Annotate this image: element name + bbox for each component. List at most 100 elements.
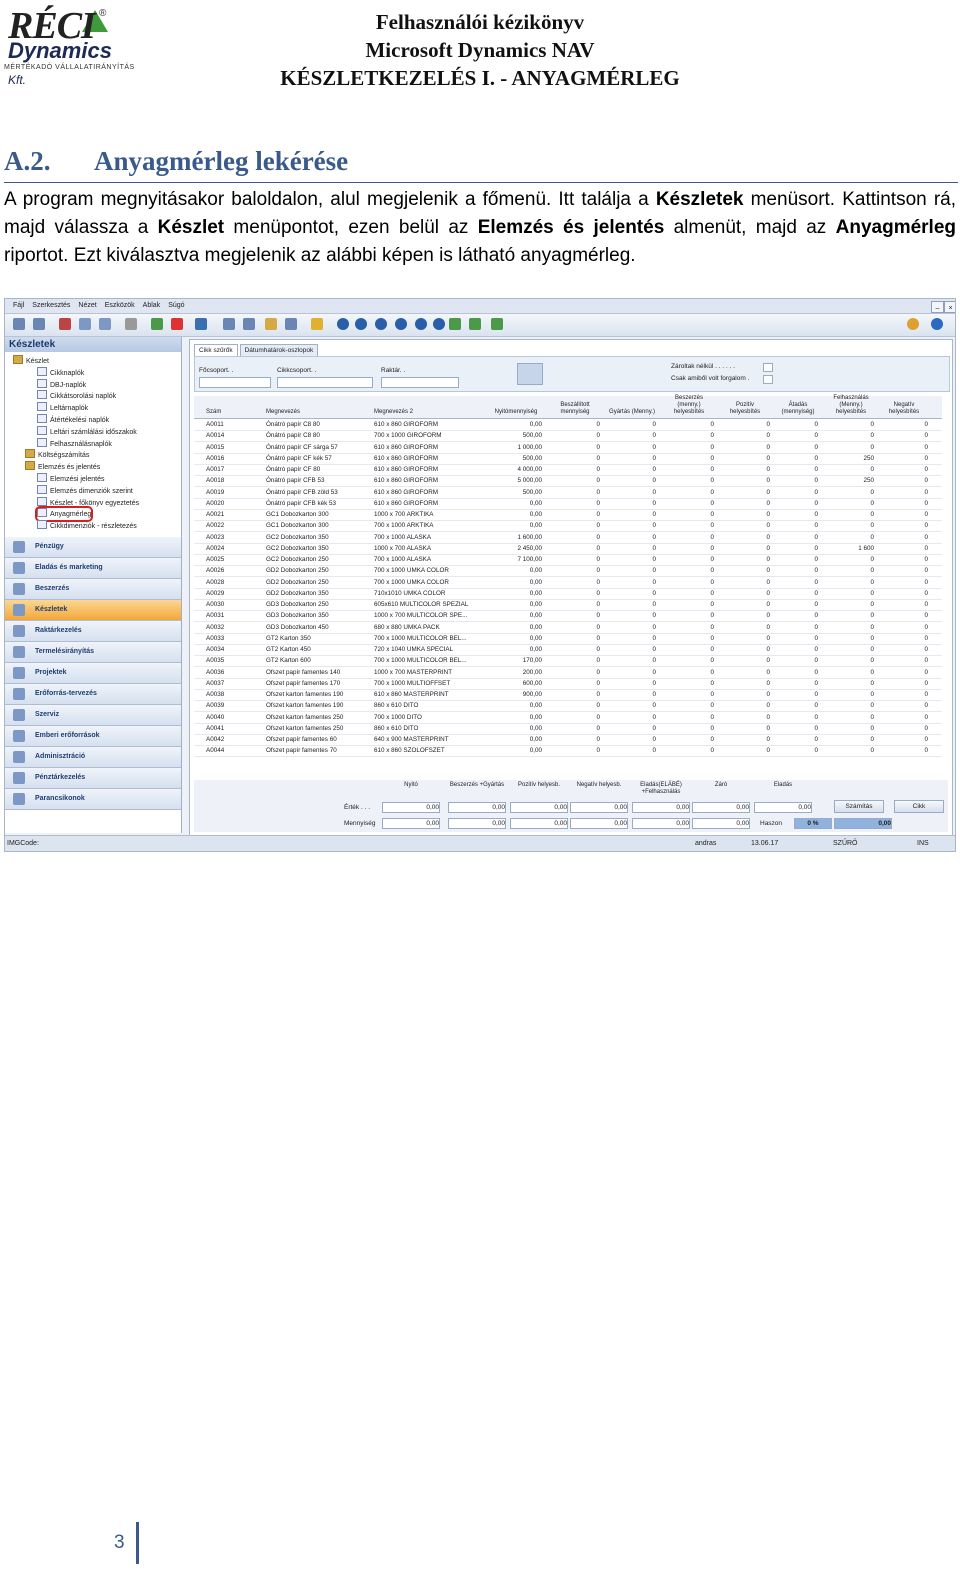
table-cell: 0	[814, 736, 818, 743]
column-header[interactable]: Beszerzés (menny.) helyesbítés	[664, 395, 714, 416]
szamitas-button[interactable]: Számítás	[834, 800, 884, 813]
cikk-button[interactable]: Cikk	[894, 800, 944, 813]
report-icon[interactable]	[517, 363, 543, 385]
toolbar-button-icon[interactable]	[469, 318, 481, 330]
toolbar-button-icon[interactable]	[433, 318, 445, 330]
nav-button[interactable]: Parancsikonok	[5, 789, 181, 810]
toolbar-button-icon[interactable]	[171, 318, 183, 330]
toolbar-button-icon[interactable]	[195, 318, 207, 330]
toolbar-button-icon[interactable]	[13, 318, 25, 330]
tree-item[interactable]: Leltárnaplók	[37, 402, 88, 414]
column-header[interactable]: Beszállított mennyiség	[550, 402, 600, 416]
nav-button[interactable]: Készletek	[5, 600, 181, 621]
toolbar-button-icon[interactable]	[265, 318, 277, 330]
nav-button[interactable]: Erőforrás-tervezés	[5, 684, 181, 705]
focsoport-field[interactable]	[199, 377, 271, 388]
menu-item[interactable]: Nézet	[78, 299, 96, 313]
table-cell: 0	[924, 443, 928, 451]
totals-panel: Nyitó Beszerzés +Gyártás Pozitív helyesb. N…	[194, 780, 948, 832]
nav-button[interactable]: Raktárkezelés	[5, 621, 181, 642]
nav-button[interactable]: Pénztárkezelés	[5, 768, 181, 789]
toolbar-button-icon[interactable]	[223, 318, 235, 330]
nav-button[interactable]: Adminisztráció	[5, 747, 181, 768]
tree-item[interactable]: Készlet	[13, 355, 49, 367]
nav-button[interactable]: Beszerzés	[5, 579, 181, 600]
tree-item[interactable]: Cikknaplók	[37, 366, 84, 379]
menu-item[interactable]: Fájl	[13, 299, 24, 313]
toolbar-button-icon[interactable]	[243, 318, 255, 330]
company-logo: RÉCI ® Dynamics Kft. MÉRTÉKADÓ VÁLLALATI…	[4, 4, 134, 87]
column-header[interactable]: Felhasználás (Menny.) helyesbítés	[828, 395, 874, 416]
table-cell: A0016	[206, 454, 225, 462]
tree-item[interactable]: Elemzés dimenziók szerint	[37, 484, 133, 497]
toolbar-button-icon[interactable]	[395, 318, 407, 330]
toolbar-button-icon[interactable]	[59, 318, 71, 330]
zarolt-checkbox[interactable]	[763, 363, 773, 372]
column-header[interactable]: Gyártás (Menny.)	[608, 409, 656, 416]
nav-button[interactable]: Szerviz	[5, 705, 181, 726]
tree-item[interactable]: Átértékelési naplók	[37, 414, 109, 426]
tree-item[interactable]: Elemzési jelentés	[37, 473, 104, 485]
nav-pane-title: Készletek	[5, 337, 181, 352]
table-cell: 600,00	[522, 679, 542, 687]
tab-item-filters[interactable]: Cikk szűrők	[194, 344, 238, 356]
toolbar-button-icon[interactable]	[33, 318, 45, 330]
table-cell: GD3 Dobozkarton 450	[266, 623, 329, 631]
menu-item[interactable]: Szerkesztés	[32, 299, 70, 313]
tree-item[interactable]: Leltári számlálási időszakok	[37, 425, 137, 438]
tree-item[interactable]: Költségszámítás	[25, 449, 89, 461]
toolbar-button-icon[interactable]	[415, 318, 427, 330]
tree-item[interactable]: Elemzés és jelentés	[25, 461, 100, 473]
toolbar-button-icon[interactable]	[151, 318, 163, 330]
toolbar-button-icon[interactable]	[337, 318, 349, 330]
column-header[interactable]: Pozitív helyesbítés	[720, 402, 770, 416]
column-header[interactable]: Megnevezés	[266, 409, 372, 416]
nav-button[interactable]: Emberi erőforrások	[5, 726, 181, 747]
filter-label-csak: Csak amiből volt forgalom .	[671, 375, 750, 382]
toolbar-button-icon[interactable]	[491, 318, 503, 330]
close-icon[interactable]: ×	[944, 301, 955, 313]
toolbar-button-icon[interactable]	[449, 318, 461, 330]
nav-button[interactable]: Projektek	[5, 663, 181, 684]
nav-button[interactable]: Eladás és marketing	[5, 558, 181, 579]
menu-item[interactable]: Súgó	[168, 299, 184, 313]
raktar-field[interactable]	[381, 377, 459, 388]
toolbar-button-icon[interactable]	[99, 318, 111, 330]
csak-checkbox[interactable]	[763, 375, 773, 384]
table-cell: Ónátró papír CFB kék 53	[266, 499, 336, 507]
column-header[interactable]: Nyitómennyiség	[490, 409, 542, 416]
menu-item[interactable]: Ablak	[143, 299, 161, 313]
tree-item[interactable]: Cikkdimenziók - részletezés	[37, 520, 137, 531]
cikkcsoport-field[interactable]	[277, 377, 373, 388]
menu-item[interactable]: Eszközök	[105, 299, 135, 313]
document-header: Felhasználói kézikönyv Microsoft Dynamic…	[160, 8, 800, 92]
tree-item[interactable]: DBJ-naplók	[37, 378, 86, 391]
toolbar-button-icon[interactable]	[79, 318, 91, 330]
column-header[interactable]: Megnevezés 2	[374, 409, 484, 416]
toolbar-button-icon[interactable]	[285, 318, 297, 330]
column-header[interactable]: Negatív helyesbítés	[880, 402, 928, 416]
table-cell: 0	[924, 499, 928, 507]
nav-button[interactable]: Pénzügy	[5, 537, 181, 558]
tree-item[interactable]: Készlet - főkönyv egyeztetés	[37, 496, 139, 509]
tree-item-label: Költségszámítás	[38, 452, 90, 460]
toolbar-button-icon[interactable]	[125, 318, 137, 330]
table-cell: 0	[870, 589, 874, 597]
help-icon[interactable]	[907, 318, 919, 330]
tree-item[interactable]: Cikkátsorolási naplók	[37, 390, 116, 402]
toolbar-button-icon[interactable]	[375, 318, 387, 330]
toolbar-button-icon[interactable]	[355, 318, 367, 330]
table-row[interactable]: A0044 Ofszet papír famentes 70 610 x 860 S…	[194, 745, 942, 758]
tree-item[interactable]: Anyagmérleg	[34, 506, 94, 523]
column-header[interactable]: Szám	[206, 409, 262, 416]
module-icon	[13, 667, 25, 679]
help-icon[interactable]	[931, 318, 943, 330]
toolbar-button-icon[interactable]	[311, 318, 323, 330]
column-header[interactable]: Átadás (mennyiség)	[778, 402, 818, 416]
table-cell: Ofszet papír famentes 70	[266, 747, 337, 755]
tree-item[interactable]: Felhasználásnaplók	[37, 437, 112, 450]
nav-button[interactable]: Termelésirányítás	[5, 642, 181, 663]
table-cell: 1 000,00	[517, 443, 542, 451]
minimize-icon[interactable]: –	[931, 301, 944, 313]
tab-date-columns[interactable]: Dátumhatárok-oszlopok	[239, 344, 319, 356]
